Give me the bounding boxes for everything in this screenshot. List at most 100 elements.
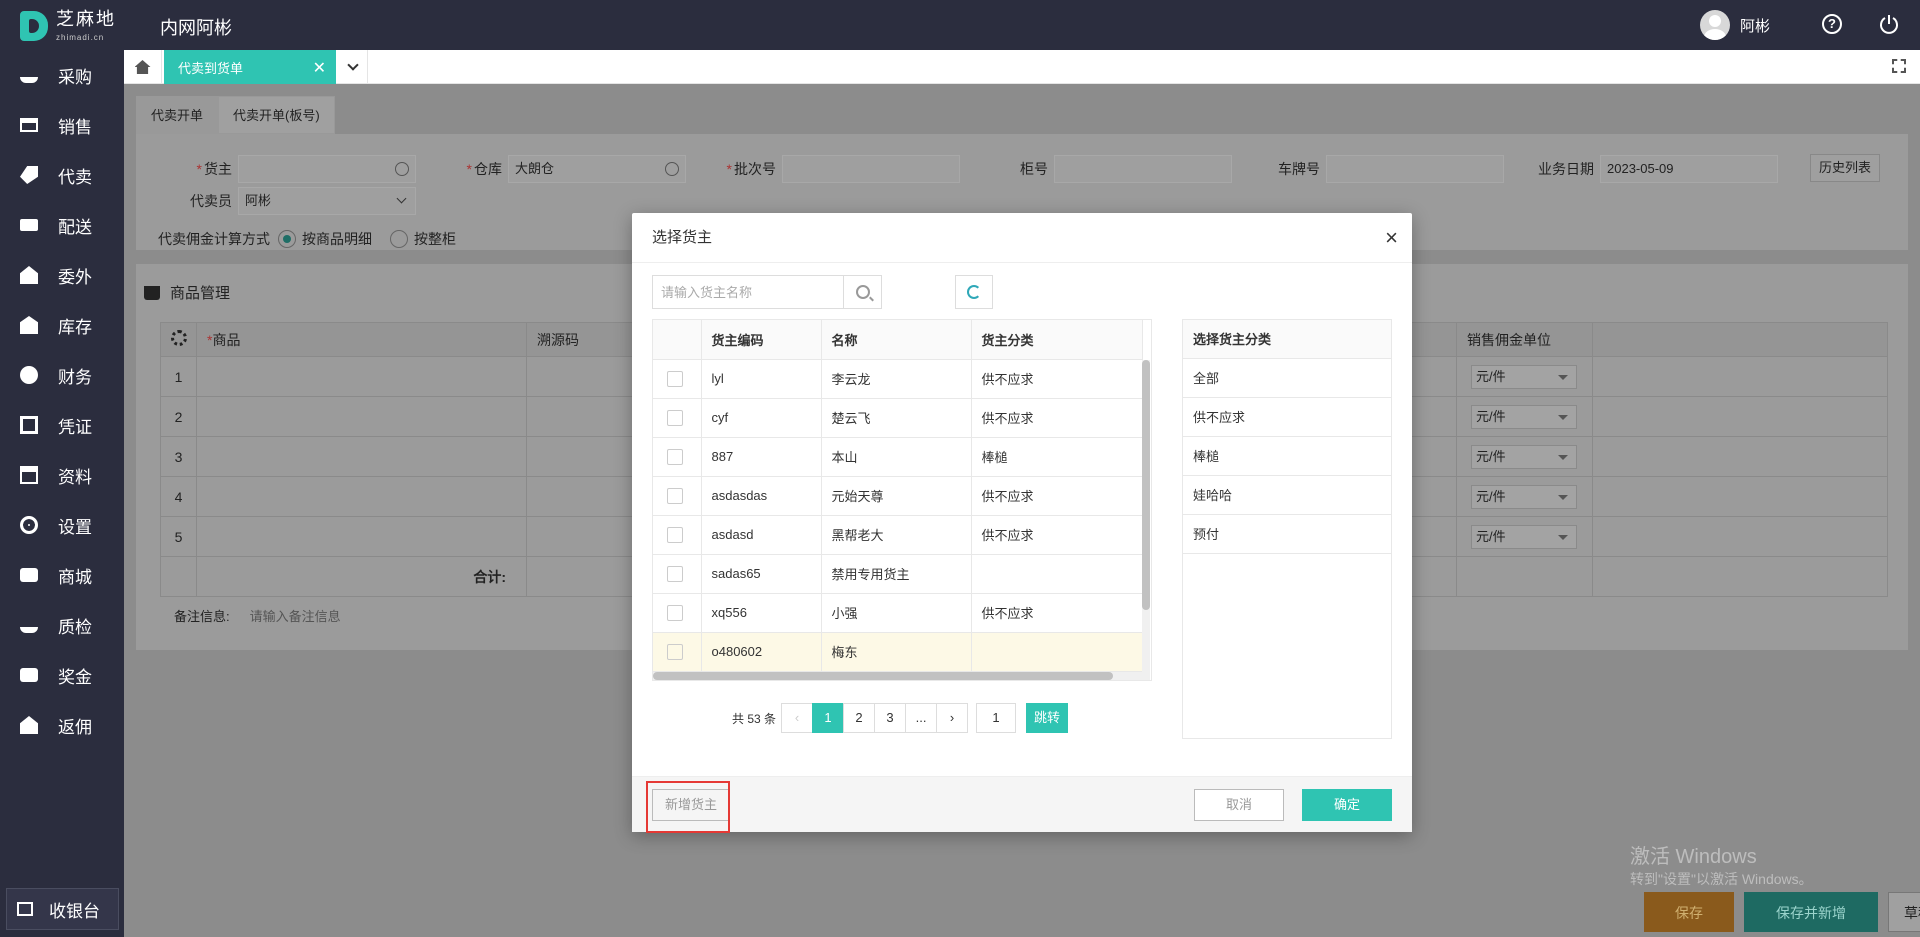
close-icon[interactable]: ✕ — [313, 58, 326, 78]
cabinet-input[interactable] — [1054, 155, 1232, 183]
sidebar-item-purchase[interactable]: 采购 — [0, 50, 124, 100]
home-tab[interactable] — [124, 50, 162, 84]
cashier-button[interactable]: 收银台 — [6, 888, 119, 930]
radio-detail-label[interactable]: 按商品明细 — [302, 229, 372, 249]
row-checkbox[interactable] — [667, 605, 683, 621]
row-checkbox[interactable] — [667, 488, 683, 504]
cancel-button[interactable]: 取消 — [1194, 789, 1284, 821]
close-icon[interactable]: × — [1385, 213, 1398, 263]
unit-select[interactable]: 元/件 — [1471, 364, 1577, 389]
voucher-icon — [20, 416, 38, 434]
sub-tab-board[interactable]: 代卖开单(板号) — [218, 96, 335, 134]
page-jump-button[interactable]: 跳转 — [1026, 703, 1069, 733]
table-row[interactable]: asdasd 黑帮老大 供不应求 — [653, 515, 1143, 555]
vertical-scrollbar-thumb[interactable] — [1142, 360, 1150, 610]
column-settings[interactable] — [160, 322, 197, 357]
sidebar-item-label: 销售 — [58, 117, 92, 137]
salesman-select[interactable]: 阿彬 — [238, 187, 416, 215]
refresh-button[interactable] — [955, 275, 993, 309]
table-row[interactable]: cyf 楚云飞 供不应求 — [653, 398, 1143, 438]
owner-code: lyl — [701, 359, 822, 399]
table-row[interactable]: sadas65 禁用专用货主 — [653, 554, 1143, 594]
row-checkbox[interactable] — [667, 371, 683, 387]
user-menu[interactable]: 阿彬 — [1699, 10, 1770, 40]
user-name[interactable]: 阿彬 — [1740, 15, 1770, 36]
row-checkbox[interactable] — [667, 449, 683, 465]
pagination: 共 53 条 ‹ 1 2 3 ... › 1 跳转 — [732, 703, 1069, 733]
sidebar-item-mall[interactable]: 商城 — [0, 550, 124, 600]
table-row[interactable]: asdasdas 元始天尊 供不应求 — [653, 476, 1143, 516]
salesman-value: 阿彬 — [245, 193, 272, 208]
owner-field: * 货主 — [180, 155, 416, 183]
sidebar-item-sales[interactable]: 销售 — [0, 100, 124, 150]
unit-select[interactable]: 元/件 — [1471, 444, 1577, 469]
remark-input[interactable]: 请输入备注信息 — [250, 609, 341, 624]
row-checkbox[interactable] — [667, 566, 683, 582]
row-checkbox[interactable] — [667, 644, 683, 660]
sidebar-item-finance[interactable]: 财务 — [0, 350, 124, 400]
category-item[interactable]: 棒槌 — [1183, 437, 1391, 476]
logo: 芝麻地 zhimadi.cn — [20, 10, 116, 42]
page-button-1[interactable]: 1 — [812, 703, 845, 733]
save-button[interactable]: 保存 — [1644, 892, 1734, 932]
page-button-3[interactable]: 3 — [874, 703, 907, 733]
table-row[interactable]: 887 本山 棒槌 — [653, 437, 1143, 477]
plate-input[interactable] — [1326, 155, 1504, 183]
unit-select[interactable]: 元/件 — [1471, 484, 1577, 509]
next-page-button[interactable]: › — [936, 703, 969, 733]
sidebar-item-voucher[interactable]: 凭证 — [0, 400, 124, 450]
draft-button[interactable]: 草稿 — [1888, 892, 1920, 932]
category-item[interactable]: 娃哈哈 — [1183, 476, 1391, 515]
sidebar-item-bonus[interactable]: 奖金 — [0, 650, 124, 700]
owner-input[interactable] — [238, 155, 416, 183]
prev-page-button[interactable]: ‹ — [781, 703, 814, 733]
row-checkbox[interactable] — [667, 527, 683, 543]
sidebar-item-consignment[interactable]: 代卖 — [0, 150, 124, 200]
tab-consignment-arrival[interactable]: 代卖到货单 ✕ — [164, 50, 336, 84]
confirm-button[interactable]: 确定 — [1302, 789, 1392, 821]
radio-cabinet[interactable] — [390, 230, 408, 248]
remark-label: 备注信息: — [174, 609, 230, 624]
gear-icon[interactable] — [170, 330, 187, 346]
date-input[interactable]: 2023-05-09 — [1600, 155, 1778, 183]
page-ellipsis[interactable]: ... — [905, 703, 938, 733]
sidebar-item-inspection[interactable]: 质检 — [0, 600, 124, 650]
batch-input[interactable] — [782, 155, 960, 183]
table-row[interactable]: xq556 小强 供不应求 — [653, 593, 1143, 633]
category-item[interactable]: 供不应求 — [1183, 398, 1391, 437]
unit-select[interactable]: 元/件 — [1471, 524, 1577, 549]
history-list-button[interactable]: 历史列表 — [1810, 154, 1881, 182]
avatar[interactable] — [1699, 10, 1730, 40]
sidebar-item-rebate[interactable]: 返佣 — [0, 700, 124, 750]
owner-search-input[interactable] — [653, 276, 843, 308]
category-item[interactable]: 预付 — [1183, 515, 1391, 554]
help-icon[interactable]: ? — [1822, 14, 1842, 34]
sidebar-item-outsource[interactable]: 委外 — [0, 250, 124, 300]
page-jump-input[interactable]: 1 — [976, 703, 1017, 733]
power-icon[interactable] — [1878, 13, 1900, 35]
table-row[interactable]: o480602 梅东 — [653, 632, 1143, 672]
more-icon[interactable] — [665, 162, 679, 176]
horizontal-scrollbar-thumb[interactable] — [653, 672, 1113, 680]
warehouse-input[interactable]: 大朗仓 — [508, 155, 686, 183]
unit-select[interactable]: 元/件 — [1471, 404, 1577, 429]
row-checkbox[interactable] — [667, 410, 683, 426]
add-owner-button[interactable]: 新增货主 — [652, 789, 731, 821]
sidebar-item-label: 财务 — [58, 367, 92, 387]
sub-tab-normal[interactable]: 代卖开单 — [136, 96, 219, 134]
radio-detail[interactable] — [278, 230, 296, 248]
table-row[interactable]: lyl 李云龙 供不应求 — [653, 359, 1143, 399]
radio-cabinet-label[interactable]: 按整柜 — [414, 229, 456, 249]
logo-mark-icon — [20, 11, 48, 41]
search-button[interactable] — [843, 276, 881, 308]
tab-dropdown[interactable] — [338, 50, 368, 84]
fullscreen-icon[interactable] — [1892, 59, 1906, 73]
sidebar-item-settings[interactable]: 设置 — [0, 500, 124, 550]
sidebar-item-inventory[interactable]: 库存 — [0, 300, 124, 350]
sidebar-item-data[interactable]: 资料 — [0, 450, 124, 500]
more-icon[interactable] — [395, 162, 409, 176]
page-button-2[interactable]: 2 — [843, 703, 876, 733]
category-item-all[interactable]: 全部 — [1183, 359, 1391, 398]
save-and-new-button[interactable]: 保存并新增 — [1744, 892, 1878, 932]
sidebar-item-delivery[interactable]: 配送 — [0, 200, 124, 250]
